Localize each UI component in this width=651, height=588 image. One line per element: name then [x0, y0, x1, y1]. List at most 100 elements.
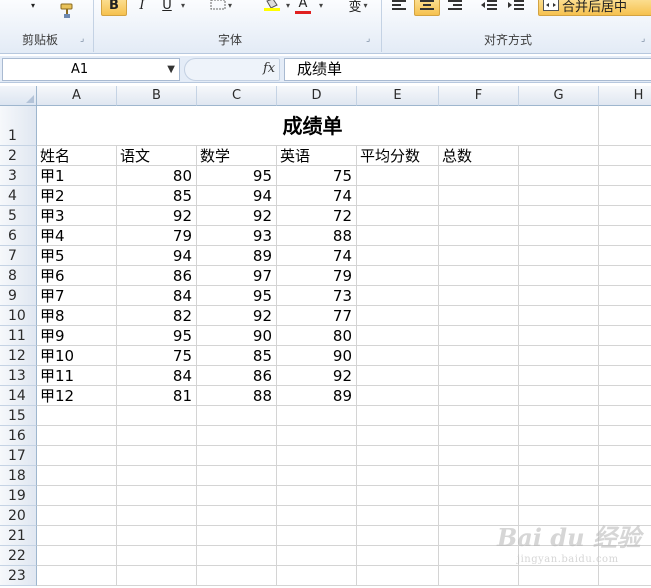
score-cell[interactable]: 95 — [197, 166, 277, 186]
score-cell[interactable]: 74 — [277, 246, 357, 266]
title-cell[interactable]: 成绩单 — [37, 106, 599, 146]
column-header-f[interactable]: F — [439, 86, 519, 106]
cell[interactable] — [519, 346, 599, 366]
cell[interactable] — [599, 286, 651, 306]
cell[interactable] — [37, 546, 117, 566]
cell[interactable] — [599, 486, 651, 506]
phonetic-button[interactable]: 变 ▾ — [340, 0, 376, 16]
row-header-9[interactable]: 9 — [0, 286, 37, 306]
row-header-5[interactable]: 5 — [0, 206, 37, 226]
cell[interactable] — [37, 506, 117, 526]
cell[interactable] — [357, 546, 439, 566]
score-cell[interactable]: 82 — [117, 306, 197, 326]
cell[interactable] — [439, 446, 519, 466]
score-cell[interactable]: 85 — [197, 346, 277, 366]
score-cell[interactable]: 79 — [117, 226, 197, 246]
cell[interactable] — [599, 146, 651, 166]
header-cell[interactable]: 英语 — [277, 146, 357, 166]
cell[interactable] — [439, 486, 519, 506]
score-cell[interactable]: 90 — [197, 326, 277, 346]
score-cell[interactable]: 92 — [117, 206, 197, 226]
row-header-18[interactable]: 18 — [0, 466, 37, 486]
cell[interactable] — [599, 266, 651, 286]
cell[interactable] — [357, 426, 439, 446]
cell[interactable] — [277, 446, 357, 466]
name-cell[interactable]: 甲10 — [37, 346, 117, 366]
cell[interactable] — [599, 106, 651, 146]
cell[interactable] — [357, 346, 439, 366]
cell[interactable] — [37, 466, 117, 486]
cell[interactable] — [599, 206, 651, 226]
score-cell[interactable]: 94 — [197, 186, 277, 206]
cell[interactable] — [357, 506, 439, 526]
cell[interactable] — [357, 286, 439, 306]
cell[interactable] — [519, 166, 599, 186]
cell[interactable] — [277, 526, 357, 546]
cell[interactable] — [599, 246, 651, 266]
cell[interactable] — [357, 446, 439, 466]
cell[interactable] — [599, 426, 651, 446]
cell[interactable] — [519, 146, 599, 166]
score-cell[interactable]: 80 — [117, 166, 197, 186]
score-cell[interactable]: 95 — [117, 326, 197, 346]
cell[interactable] — [599, 406, 651, 426]
paste-dropdown[interactable]: ▾ — [20, 0, 46, 16]
name-box[interactable]: A1 ▼ — [2, 58, 180, 81]
name-cell[interactable]: 甲12 — [37, 386, 117, 406]
cell[interactable] — [277, 486, 357, 506]
chevron-down-icon[interactable]: ▼ — [167, 59, 175, 80]
cell[interactable] — [519, 286, 599, 306]
cell[interactable] — [277, 506, 357, 526]
header-cell[interactable]: 总数 — [439, 146, 519, 166]
cell[interactable] — [357, 406, 439, 426]
row-header-14[interactable]: 14 — [0, 386, 37, 406]
cell[interactable] — [599, 326, 651, 346]
header-cell[interactable]: 平均分数 — [357, 146, 439, 166]
cell[interactable] — [599, 446, 651, 466]
row-header-21[interactable]: 21 — [0, 526, 37, 546]
cell[interactable] — [197, 566, 277, 586]
column-header-d[interactable]: D — [277, 86, 357, 106]
font-color-button[interactable]: A — [292, 0, 314, 16]
font-launcher-icon[interactable]: ⌟ — [366, 34, 376, 44]
cell[interactable] — [197, 486, 277, 506]
cell[interactable] — [519, 266, 599, 286]
cell[interactable] — [599, 186, 651, 206]
row-header-17[interactable]: 17 — [0, 446, 37, 466]
cell[interactable] — [117, 486, 197, 506]
score-cell[interactable]: 88 — [277, 226, 357, 246]
cell[interactable] — [117, 526, 197, 546]
score-cell[interactable]: 80 — [277, 326, 357, 346]
cell[interactable] — [357, 226, 439, 246]
score-cell[interactable]: 73 — [277, 286, 357, 306]
cell[interactable] — [439, 306, 519, 326]
cell[interactable] — [357, 366, 439, 386]
cell[interactable] — [519, 446, 599, 466]
cell[interactable] — [439, 186, 519, 206]
score-cell[interactable]: 84 — [117, 286, 197, 306]
cell[interactable] — [117, 406, 197, 426]
align-right-button[interactable] — [444, 0, 466, 16]
name-cell[interactable]: 甲11 — [37, 366, 117, 386]
cell[interactable] — [117, 446, 197, 466]
cell[interactable] — [37, 426, 117, 446]
select-all-corner[interactable] — [0, 86, 37, 106]
cell[interactable] — [519, 326, 599, 346]
alignment-launcher-icon[interactable]: ⌟ — [641, 34, 651, 44]
column-header-c[interactable]: C — [197, 86, 277, 106]
row-header-15[interactable]: 15 — [0, 406, 37, 426]
row-header-22[interactable]: 22 — [0, 546, 37, 566]
cell[interactable] — [357, 466, 439, 486]
cell[interactable] — [277, 566, 357, 586]
score-cell[interactable]: 92 — [277, 366, 357, 386]
row-header-11[interactable]: 11 — [0, 326, 37, 346]
cell[interactable] — [439, 166, 519, 186]
cell[interactable] — [357, 246, 439, 266]
score-cell[interactable]: 97 — [197, 266, 277, 286]
column-header-h[interactable]: H — [599, 86, 651, 106]
spreadsheet-grid[interactable]: A B C D E F G H 1 2 3 4 5 6 7 8 9 10 11 12 13 14 15 16 1… — [0, 86, 651, 588]
format-painter-button[interactable] — [56, 2, 78, 20]
name-cell[interactable]: 甲5 — [37, 246, 117, 266]
cell[interactable] — [599, 386, 651, 406]
row-header-2[interactable]: 2 — [0, 146, 37, 166]
